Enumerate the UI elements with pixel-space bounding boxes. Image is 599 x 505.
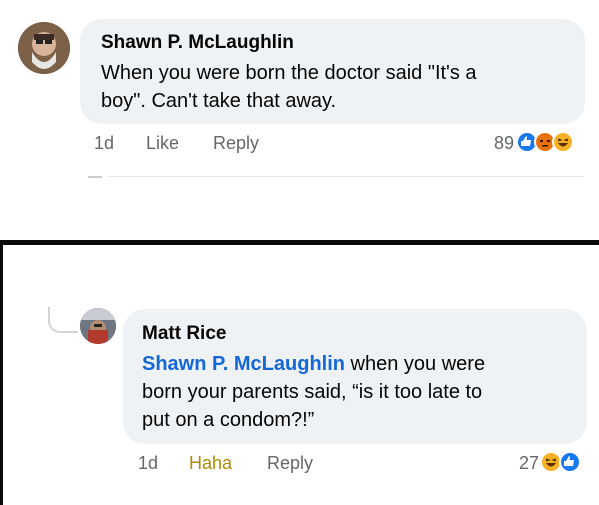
reply-thread-line <box>48 307 78 333</box>
comment-text-line: born your parents said, “is it too late … <box>142 381 483 403</box>
comment-text-shawn: When you were born the doctor said "It's… <box>101 59 581 115</box>
comment-panel-bottom: Matt Rice Shawn P. McLaughlin when you w… <box>0 245 599 505</box>
timestamp[interactable]: 1d <box>138 453 158 474</box>
avatar-matt[interactable] <box>80 308 116 344</box>
like-button[interactable]: Like <box>146 133 179 154</box>
avatar-matt-image <box>80 308 116 344</box>
haha-reaction-button[interactable]: Haha <box>189 453 232 474</box>
comment-text-line: Shawn P. McLaughlin when you were <box>142 350 582 378</box>
reply-button[interactable]: Reply <box>213 133 259 154</box>
reply-thread-stub <box>88 176 102 178</box>
avatar-shawn-image <box>18 22 70 74</box>
comment-actions-shawn: 1d Like Reply <box>94 133 294 157</box>
author-name-shawn[interactable]: Shawn P. McLaughlin <box>101 32 294 54</box>
separator-line <box>108 176 584 177</box>
timestamp[interactable]: 1d <box>94 133 114 154</box>
reaction-count[interactable]: 27 <box>497 453 539 474</box>
comment-text-fragment: when you were <box>345 353 486 375</box>
reaction-count[interactable]: 89 <box>470 133 514 154</box>
mention-link[interactable]: Shawn P. McLaughlin <box>142 353 345 375</box>
comment-text-matt: Shawn P. McLaughlin when you were born y… <box>142 350 582 434</box>
reply-button[interactable]: Reply <box>267 453 313 474</box>
comment-text-line: boy". Can't take that away. <box>101 90 337 112</box>
comment-text-line: put on a condom?!” <box>142 409 315 431</box>
haha-icon <box>552 131 574 153</box>
like-icon <box>559 451 581 473</box>
comment-text-line: When you were born the doctor said "It's… <box>101 62 477 84</box>
comment-panel-top: Shawn P. McLaughlin When you were born t… <box>0 0 599 240</box>
author-name-matt[interactable]: Matt Rice <box>142 323 226 345</box>
comment-actions-matt: 1d Haha Reply <box>138 453 358 477</box>
avatar-shawn[interactable] <box>18 22 70 74</box>
